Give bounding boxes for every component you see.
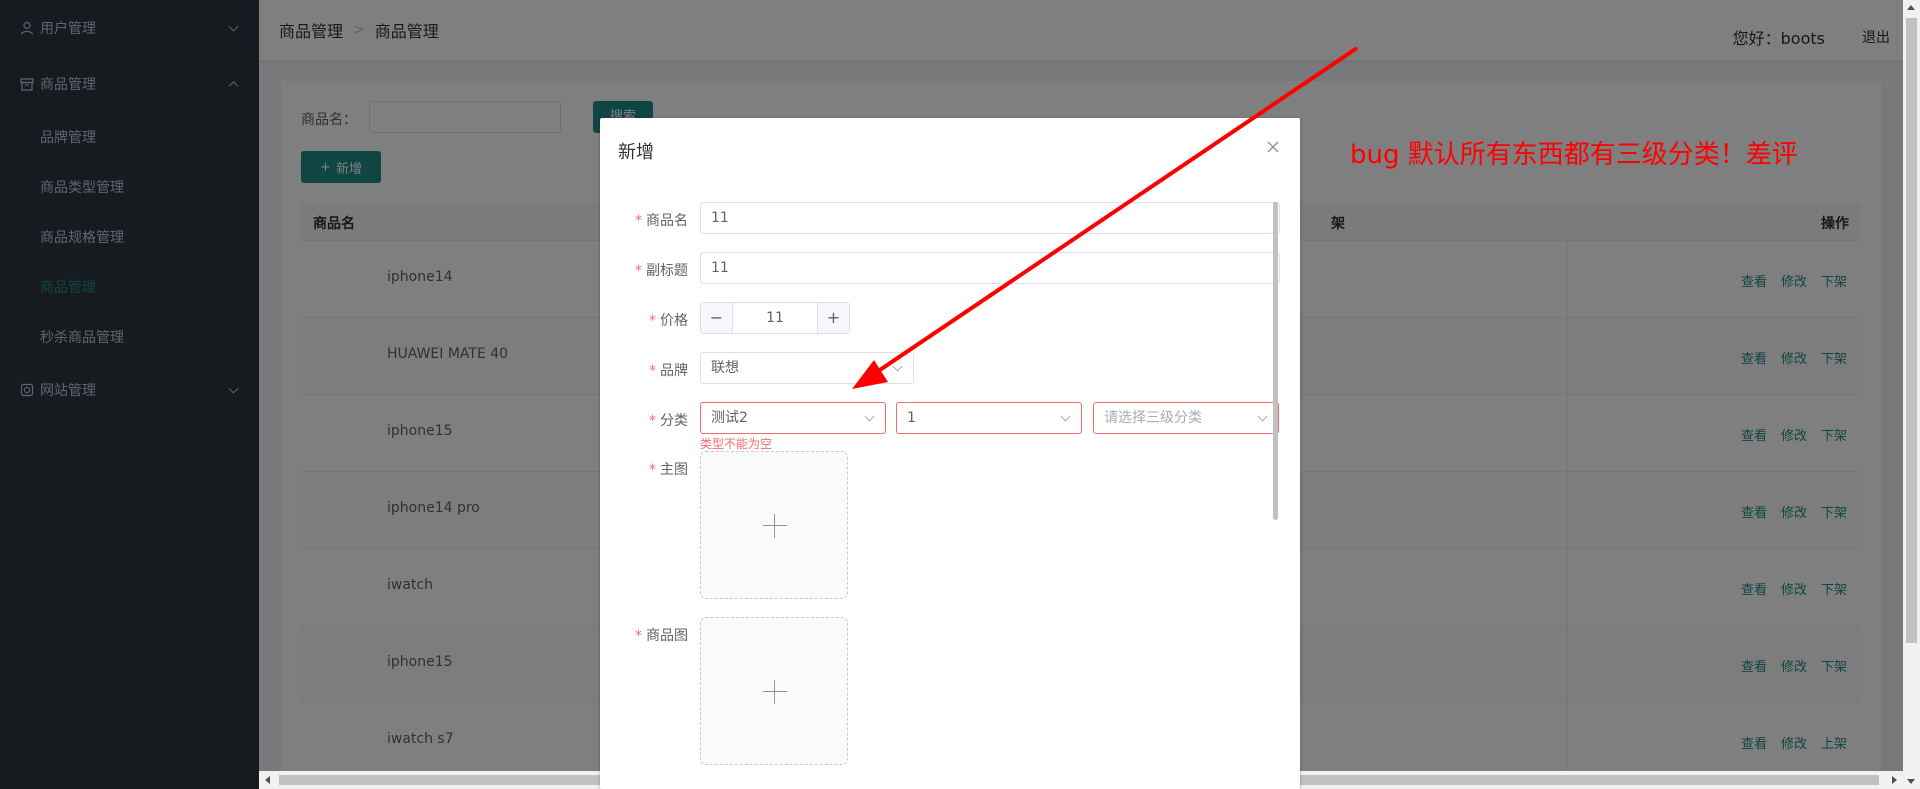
chevron-down-icon [1060, 411, 1071, 422]
plus-icon [774, 514, 775, 538]
category-level1-select[interactable]: 测试2 [700, 402, 886, 434]
field-label-text: 商品图 [646, 628, 688, 644]
product-image-upload[interactable] [700, 617, 848, 765]
required-marker: * [649, 413, 656, 429]
scroll-left-icon[interactable] [265, 776, 270, 784]
close-icon[interactable] [1266, 140, 1280, 154]
required-marker: * [635, 213, 642, 229]
chevron-down-icon [892, 361, 903, 372]
add-product-dialog: 新增 *商品名 11 *副标题 11 *价格 − 11 + *品牌 联想 [600, 118, 1300, 789]
required-marker: * [649, 313, 656, 329]
category-level2-select[interactable]: 1 [896, 402, 1082, 434]
brand-select[interactable]: 联想 [700, 352, 914, 384]
category-level3-select[interactable]: 请选择三级分类 [1093, 402, 1279, 434]
annotation-text: bug 默认所有东西都有三级分类！差评 [1350, 140, 1798, 170]
required-marker: * [649, 363, 656, 379]
category-level1-value: 测试2 [711, 410, 748, 426]
chevron-down-icon [1257, 411, 1268, 422]
plus-icon [774, 680, 775, 704]
scrollbar-thumb[interactable] [1906, 18, 1917, 643]
field-label-text: 品牌 [660, 363, 688, 379]
vertical-scrollbar[interactable] [1903, 0, 1920, 789]
field-label-text: 主图 [660, 462, 688, 478]
main-image-upload[interactable] [700, 451, 848, 599]
field-label-text: 分类 [660, 413, 688, 429]
field-label: * 分类 [649, 410, 688, 430]
scroll-up-icon[interactable] [1907, 5, 1915, 10]
field-label-text: 价格 [660, 313, 688, 329]
subtitle-input[interactable]: 11 [700, 252, 1280, 284]
field-label: * 价格 [649, 310, 688, 330]
field-label: * 品牌 [649, 360, 688, 380]
field-label: * 商品名 [635, 210, 688, 230]
category-error-message: 类型不能为空 [700, 437, 773, 451]
scroll-right-icon[interactable] [1892, 776, 1897, 784]
product-name-input[interactable]: 11 [700, 202, 1280, 234]
field-label: * 主图 [649, 459, 688, 479]
plus-icon [763, 525, 787, 526]
brand-select-value: 联想 [711, 360, 739, 376]
field-label: * 商品图 [635, 625, 688, 645]
field-label: * 副标题 [635, 260, 688, 280]
form-scrollbar-thumb[interactable] [1273, 202, 1278, 520]
chevron-down-icon [864, 411, 875, 422]
category-level2-value: 1 [907, 410, 916, 426]
required-marker: * [635, 628, 642, 644]
field-label-text: 商品名 [646, 213, 688, 229]
increment-button[interactable]: + [817, 303, 849, 333]
scroll-down-icon[interactable] [1907, 779, 1915, 784]
price-stepper: − 11 + [700, 302, 850, 334]
category-level3-placeholder: 请选择三级分类 [1104, 410, 1202, 426]
price-value[interactable]: 11 [733, 303, 817, 333]
required-marker: * [635, 263, 642, 279]
dialog-title: 新增 [618, 142, 654, 163]
dialog-form: *商品名 11 *副标题 11 *价格 − 11 + *品牌 联想 * [600, 198, 1300, 789]
field-label-text: 副标题 [646, 263, 688, 279]
plus-icon [763, 691, 787, 692]
decrement-button[interactable]: − [701, 303, 733, 333]
required-marker: * [649, 462, 656, 478]
